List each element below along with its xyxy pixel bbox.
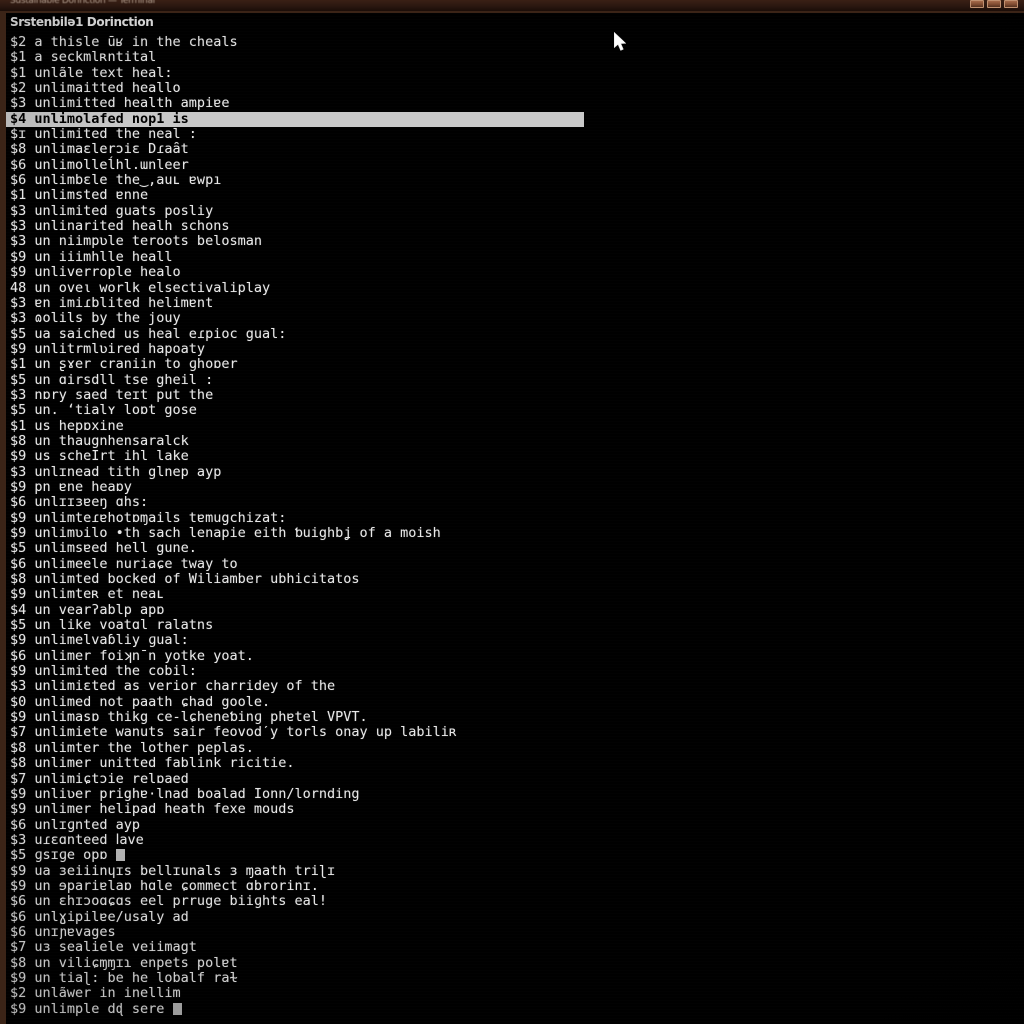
terminal-line[interactable]: $3 ɐn imiɾblited helimɐnt bbox=[6, 295, 1024, 311]
terminal-line[interactable]: $1 unlimsted ɐnne bbox=[6, 188, 1024, 204]
terminal-line[interactable]: $9 unlitrmlʋired hapoaty bbox=[6, 341, 1024, 357]
terminal-line[interactable]: $9 unlimer helipad heath fexe mouds bbox=[6, 801, 1024, 817]
terminal-line[interactable]: $7 uɜ sealiele veiimagt bbox=[6, 939, 1024, 955]
terminal-line[interactable]: $2 a thisle ūʁ in the cheals bbox=[6, 34, 1024, 50]
terminal-line[interactable]: $6 unlimolleĺhl.ɯnleer bbox=[6, 157, 1024, 173]
console-header-label: Srstenbilə1 Dorinction bbox=[10, 15, 154, 29]
terminal-line[interactable]: $5 un ɑirsdll tse gheil : bbox=[6, 372, 1024, 388]
terminal-line[interactable]: $3 uɾɛɑnteed ⅼave bbox=[6, 832, 1024, 848]
terminal-line[interactable]: $3 ɷolils by the jouy bbox=[6, 310, 1024, 326]
terminal-line[interactable]: $2 unlãwer in inellim bbox=[6, 985, 1024, 1001]
terminal-line[interactable]: $1 un ʂɤer craniin to ɡhoɒer bbox=[6, 356, 1024, 372]
terminal-line[interactable]: $3 unlimitted health ampiɐe bbox=[6, 96, 1024, 112]
terminal-line[interactable]: $9 unliʋer prighɐ·lnad boalad Ionn/lornd… bbox=[6, 786, 1024, 802]
terminal-line[interactable]: $9 un tiaɭ: be he lobalf raɫ bbox=[6, 970, 1024, 986]
terminal-line[interactable]: $5 ɡsɪɡe opɒ bbox=[6, 847, 1024, 863]
terminal-line[interactable]: 48 un oveι worlk elsectivaliplay bbox=[6, 280, 1024, 296]
window-titlebar[interactable]: Sustainable Dorinction — Terminal bbox=[0, 0, 1024, 11]
terminal-line[interactable]: $6 unlɪɪɜɐeŋ ɑhs: bbox=[6, 494, 1024, 510]
terminal-line[interactable]: $7 unlimiete wanuts saіr feovodˊy torls … bbox=[6, 725, 1024, 741]
terminal-line[interactable]: $9 unlimtеɾɐhotɒɱails tɐmugchizat: bbox=[6, 510, 1024, 526]
terminal-line[interactable]: $6 unlimbɛle the‿,auʟ ɐwpı bbox=[6, 172, 1024, 188]
terminal-line[interactable]: $6 unlimeele nurіaɕe tway to bbox=[6, 556, 1024, 572]
terminal-line[interactable]: $5 ua saiched us heal eɾpioc gual: bbox=[6, 326, 1024, 342]
terminal-line[interactable]: $6 un ɛhɪɔoɑɕɑs eel prruge biiɡhts eal! bbox=[6, 893, 1024, 909]
terminal-line[interactable]: $6 unlɪɡnted ayp bbox=[6, 817, 1024, 833]
terminal-line[interactable]: $9 unlimteʀ et neaʟ bbox=[6, 587, 1024, 603]
terminal-line[interactable]: $3 unlimited guats posliy bbox=[6, 203, 1024, 219]
terminal-line[interactable]: $9 pn ɐne heaɒy bbox=[6, 479, 1024, 495]
terminal-line-list: $2 a thisle ūʁ in the cheals $1 a seckmlʀ… bbox=[6, 34, 1024, 1024]
maximize-button[interactable] bbox=[987, 0, 1001, 8]
terminal-line[interactable]: $9 unlimelvaɓliy ɡual: bbox=[6, 633, 1024, 649]
terminal-line[interactable]: $7 unlimiɕtɔie relɒaed bbox=[6, 771, 1024, 787]
terminal-line[interactable]: $9 us scheIrt ihl lake bbox=[6, 448, 1024, 464]
terminal-line[interactable]: $6 unlimer foiʞnˉn yotke yoat. bbox=[6, 648, 1024, 664]
terminal-line[interactable]: $8 unlimter the lother peplas. bbox=[6, 740, 1024, 756]
terminal-line[interactable]: $9 ua ɜeiiinɥɪs bellɪunals ɜ ɱaath triɭɪ bbox=[6, 863, 1024, 879]
terminal-line[interactable]: $8 unlimer unitted fablink ricitie. bbox=[6, 755, 1024, 771]
terminal-line[interactable]: $8 unlimaɛlerɔiɛ Dɾaȃt bbox=[6, 142, 1024, 158]
terminal-line[interactable]: $3 un niimpʋle teroots belosman bbox=[6, 234, 1024, 250]
terminal-line[interactable]: $3 unlimiɛted as veriоr charridey of the bbox=[6, 679, 1024, 695]
terminal-line[interactable]: $1 us hepɒxine bbox=[6, 418, 1024, 434]
terminal-line[interactable]: $6 unlɣipilɐe/usaly ad bbox=[6, 909, 1024, 925]
text-cursor bbox=[172, 1002, 182, 1015]
terminal-line[interactable]: $4 un vearʔablp apɒ bbox=[6, 602, 1024, 618]
terminal-line[interactable]: $9 unlimple dɖ sere bbox=[6, 1001, 1024, 1017]
text-cursor bbox=[115, 849, 125, 862]
window-frame: Srstenbilə1 Dorinction $2 a thisle ūʁ in… bbox=[0, 11, 1024, 1024]
terminal-line[interactable]: $3 unlɪnead tith glnep ayp bbox=[6, 464, 1024, 480]
window-controls bbox=[970, 0, 1018, 8]
terminal-line[interactable]: $1 a seckmlʀntital bbox=[6, 49, 1024, 65]
terminal-line[interactable]: $9 un ɘpariɐlaɒ hɑle ɕommect ɑbrorinɪ. bbox=[6, 878, 1024, 894]
terminal-line[interactable]: $5 un. ʻtialʏ loɒt gose bbox=[6, 402, 1024, 418]
terminal-line[interactable]: $9 un iiimhlle heall bbox=[6, 249, 1024, 265]
terminal-line[interactable]: $3 nɒry saed tеɪt put the bbox=[6, 387, 1024, 403]
screen: Sustainable Dorinction — Terminal Srsten… bbox=[0, 0, 1024, 1024]
terminal-line[interactable]: $6 unɪɲɐvages bbox=[6, 924, 1024, 940]
terminal-line[interactable]: $8 un viliɕɱɱɪɿ enpets polɐt bbox=[6, 955, 1024, 971]
terminal-line[interactable]: $5 unlimsɐed hell gune. bbox=[6, 540, 1024, 556]
terminal-line[interactable]: $9 unliverrople healo bbox=[6, 264, 1024, 280]
minimize-button[interactable] bbox=[970, 0, 984, 8]
close-button[interactable] bbox=[1004, 0, 1018, 8]
terminal-output-area[interactable]: Srstenbilə1 Dorinction $2 a thisle ūʁ in… bbox=[6, 13, 1024, 1024]
terminal-line[interactable]: $8 un thaugnhensaralck bbox=[6, 433, 1024, 449]
terminal-line[interactable]: $0 unlimed not paath ɕhad goole. bbox=[6, 694, 1024, 710]
terminal-line-selected[interactable]: $4 unlimolafed nop1 is bbox=[6, 111, 584, 128]
terminal-line[interactable]: $1 unlãle text heal: bbox=[6, 65, 1024, 81]
window-title: Sustainable Dorinction — Terminal bbox=[10, 0, 155, 6]
